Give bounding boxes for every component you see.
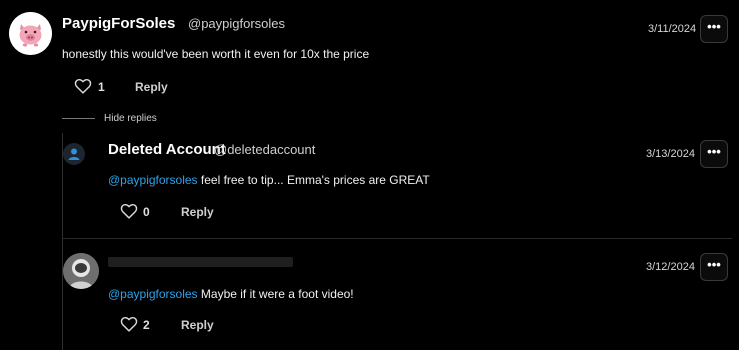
user-icon xyxy=(68,148,80,160)
like-count: 0 xyxy=(143,205,150,219)
redacted-username xyxy=(108,257,293,267)
hide-replies-line xyxy=(62,118,95,119)
more-horizontal-icon: ••• xyxy=(707,18,721,34)
reply-button[interactable]: Reply xyxy=(181,205,214,219)
like-count: 1 xyxy=(98,80,105,94)
mention-link[interactable]: @paypigforsoles xyxy=(108,173,198,187)
more-horizontal-icon: ••• xyxy=(707,256,721,272)
reply-text-body: feel free to tip... Emma's prices are GR… xyxy=(197,173,430,187)
avatar[interactable] xyxy=(63,253,99,289)
pig-avatar-icon xyxy=(9,12,52,55)
reply-date: 3/12/2024 xyxy=(646,261,695,273)
reply-text: @paypigforsoles feel free to tip... Emma… xyxy=(108,173,430,187)
heart-icon[interactable] xyxy=(120,316,138,332)
reply-button[interactable]: Reply xyxy=(135,80,168,94)
heart-icon[interactable] xyxy=(120,203,138,219)
more-horizontal-icon: ••• xyxy=(707,143,721,159)
astronaut-avatar-icon xyxy=(63,253,99,289)
thread-line xyxy=(62,133,63,350)
heart-icon[interactable] xyxy=(74,78,92,94)
comment-date: 3/11/2024 xyxy=(648,23,697,35)
avatar[interactable] xyxy=(9,12,52,55)
mention-link[interactable]: @paypigforsoles xyxy=(108,287,198,301)
reply-divider xyxy=(62,238,732,239)
comment-username[interactable]: PaypigForSoles xyxy=(62,15,175,32)
comment-handle[interactable]: @paypigforsoles xyxy=(188,16,285,31)
reply-username[interactable]: Deleted Account xyxy=(108,141,226,158)
more-options-button[interactable]: ••• xyxy=(700,140,728,168)
hide-replies-button[interactable]: Hide replies xyxy=(104,113,157,124)
reply-button[interactable]: Reply xyxy=(181,318,214,332)
avatar[interactable] xyxy=(63,143,85,165)
more-options-button[interactable]: ••• xyxy=(700,15,728,43)
reply-text: @paypigforsoles Maybe if it were a foot … xyxy=(108,287,354,301)
reply-handle[interactable]: @deletedaccount xyxy=(214,142,315,157)
reply-text-body: Maybe if it were a foot video! xyxy=(197,287,354,301)
more-options-button[interactable]: ••• xyxy=(700,253,728,281)
comment-text: honestly this would've been worth it eve… xyxy=(62,47,370,61)
like-count: 2 xyxy=(143,318,150,332)
reply-date: 3/13/2024 xyxy=(646,148,695,160)
